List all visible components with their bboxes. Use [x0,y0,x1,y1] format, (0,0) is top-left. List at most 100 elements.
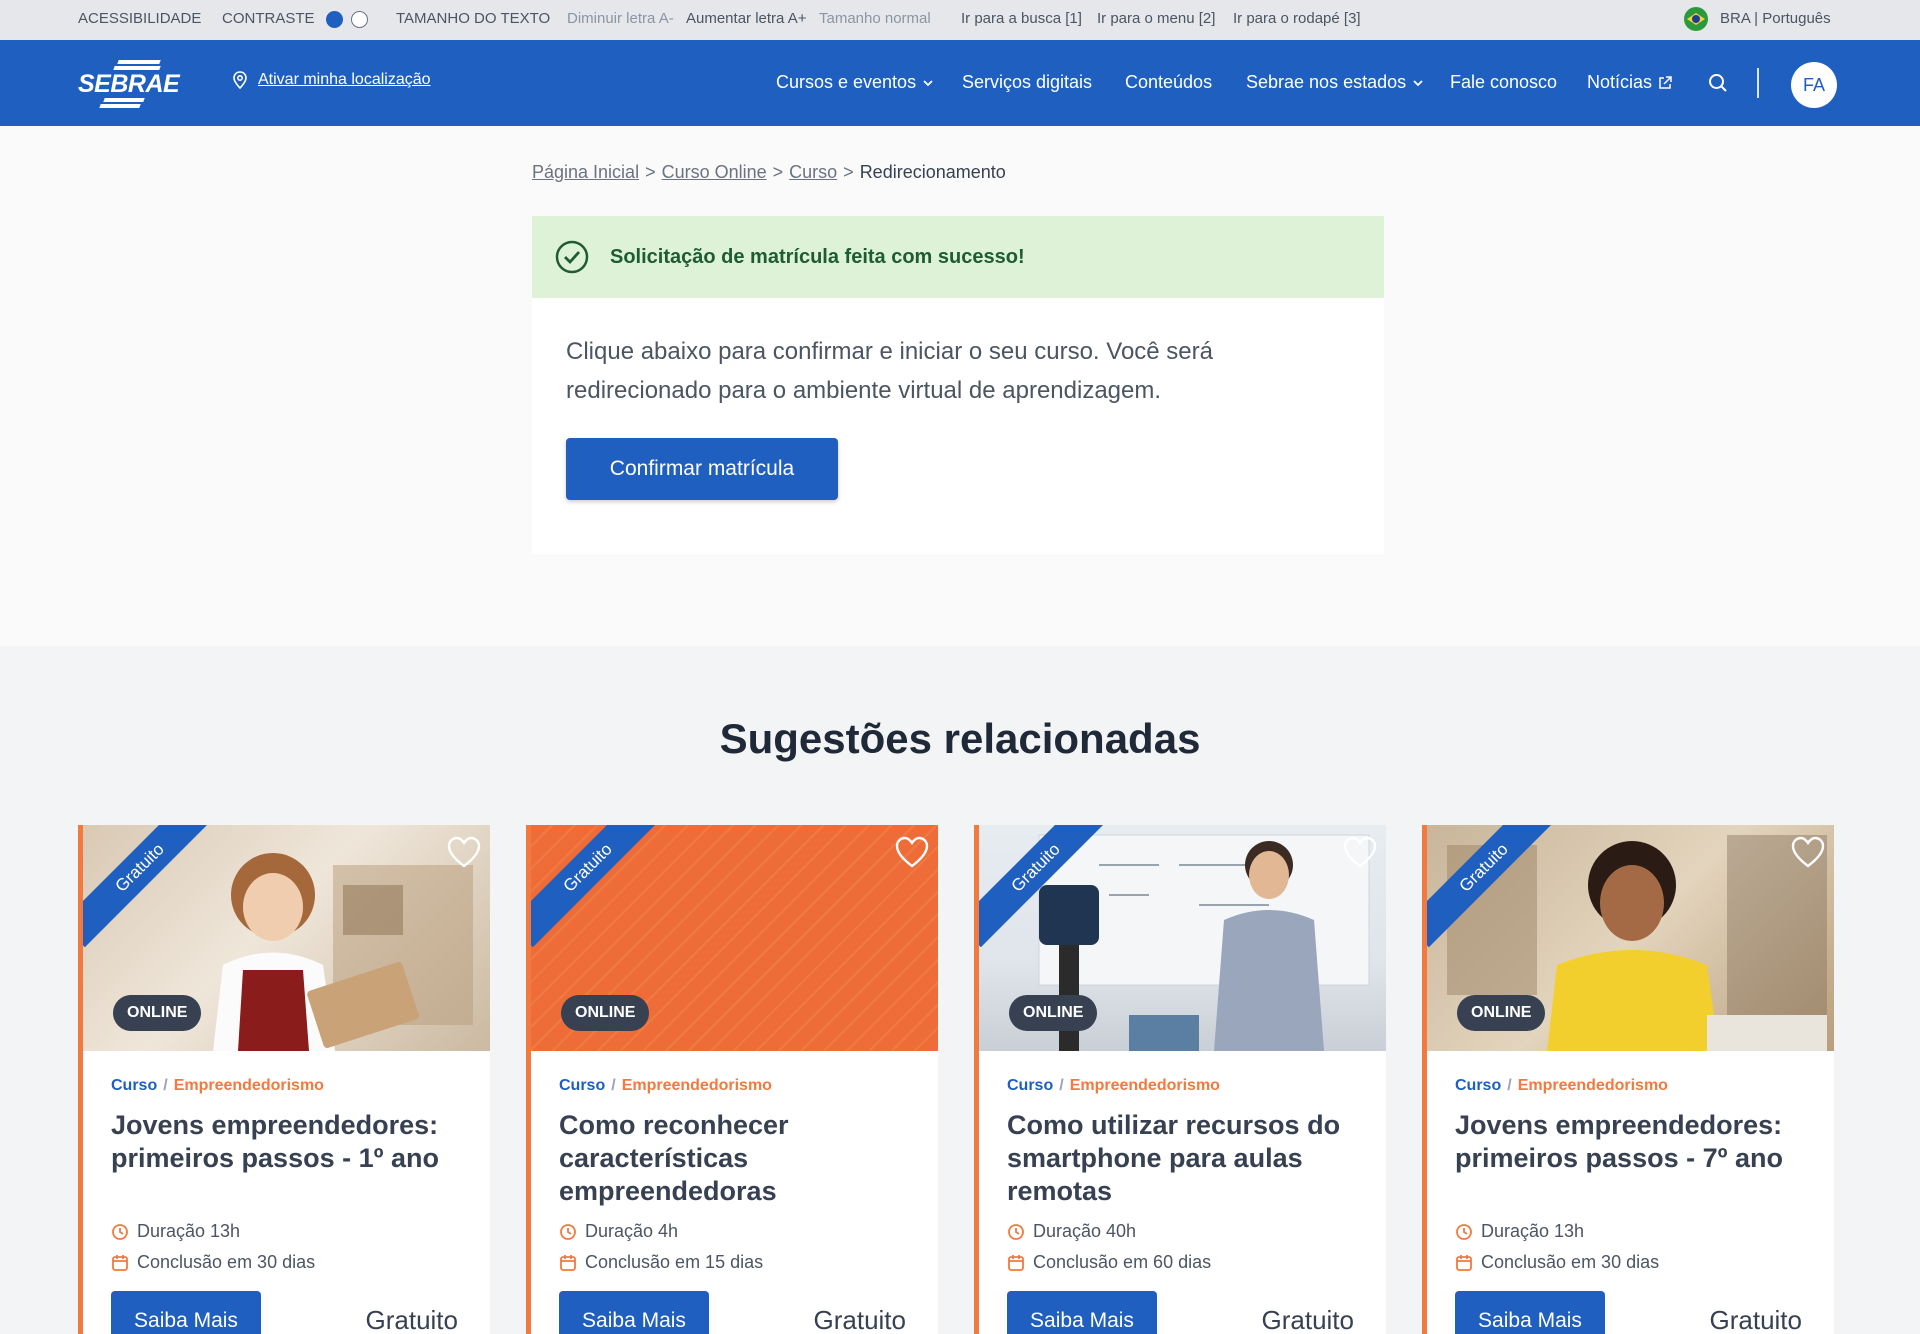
course-duration: Duração 13h [111,1221,240,1242]
course-title[interactable]: Como utilizar recursos do smartphone par… [1007,1109,1367,1208]
nav-conteudos[interactable]: Conteúdos [1125,72,1212,93]
increase-text-link[interactable]: Aumentar letra A+ [686,10,806,27]
nav-cursos-eventos[interactable]: Cursos e eventos [776,72,934,93]
course-completion: Conclusão em 60 dias [1007,1252,1211,1273]
heart-icon[interactable] [1790,835,1826,871]
calendar-icon [1008,1254,1024,1271]
normal-text-link[interactable]: Tamanho normal [819,10,931,27]
breadcrumb-online-course[interactable]: Curso Online [662,162,767,182]
brazil-flag-icon [1684,7,1708,31]
course-topic[interactable]: Empreendedorismo [622,1077,772,1094]
confirm-enrollment-button[interactable]: Confirmar matrícula [566,438,838,500]
course-completion: Conclusão em 15 dias [559,1252,763,1273]
success-message: Solicitação de matrícula feita com suces… [610,245,1025,268]
course-title[interactable]: Jovens empreendedores: primeiros passos … [111,1109,471,1175]
online-badge: ONLINE [1009,995,1098,1031]
course-price: Gratuito [1709,1305,1803,1334]
header-divider [1757,68,1759,98]
breadcrumb-course[interactable]: Curso [789,162,837,182]
learn-more-button[interactable]: Saiba Mais [111,1291,261,1334]
goto-search-link[interactable]: Ir para a busca [1] [961,10,1082,27]
course-duration: Duração 13h [1455,1221,1584,1242]
accessibility-label[interactable]: ACESSIBILIDADE [78,10,201,27]
goto-menu-link[interactable]: Ir para o menu [2] [1097,10,1215,27]
online-badge: ONLINE [561,995,650,1031]
completion-text: Conclusão em 30 dias [1481,1252,1660,1272]
activate-location-link[interactable]: Ativar minha localização [258,71,431,89]
learn-more-button[interactable]: Saiba Mais [1007,1291,1157,1334]
course-completion: Conclusão em 30 dias [111,1252,315,1273]
course-image: Gratuito ONLINE [531,825,938,1051]
text-size-label: TAMANHO DO TEXTO [396,10,551,27]
search-icon[interactable] [1708,73,1728,93]
course-topic[interactable]: Empreendedorismo [174,1077,324,1094]
nav-label: Cursos e eventos [776,72,917,92]
course-title[interactable]: Jovens empreendedores: primeiros passos … [1455,1109,1815,1175]
course-type[interactable]: Curso [1455,1077,1501,1094]
course-card[interactable]: Gratuito ONLINE Curso / Empreendedorismo J… [78,825,490,1334]
logo-text: SEBRAE [78,70,180,98]
contrast-label: CONTRASTE [222,10,315,27]
breadcrumb-home[interactable]: Página Inicial [532,162,639,182]
decrease-text-link[interactable]: Diminuir letra A- [567,10,674,27]
breadcrumb: Página Inicial > Curso Online > Curso > Redire… [532,162,1006,182]
completion-text: Conclusão em 15 dias [585,1252,764,1272]
goto-footer-link[interactable]: Ir para o rodapé [3] [1233,10,1361,27]
course-topic[interactable]: Empreendedorismo [1070,1077,1220,1094]
enrollment-card: Clique abaixo para confirmar e iniciar o… [532,298,1384,554]
calendar-icon [1456,1254,1472,1271]
course-card[interactable]: Gratuito ONLINE Curso / Empreendedorismo C… [974,825,1386,1334]
course-category: Curso / Empreendedorismo [559,1077,772,1094]
course-image: Gratuito ONLINE [979,825,1386,1051]
clock-icon [1456,1223,1472,1240]
enrollment-instructions: Clique abaixo para confirmar e iniciar o… [566,338,1213,404]
language-selector[interactable]: BRA | Português [1720,10,1831,27]
course-card[interactable]: Gratuito ONLINE Curso / Empreendedorismo C… [526,825,938,1334]
contrast-default-toggle[interactable] [326,11,343,28]
course-type[interactable]: Curso [559,1077,605,1094]
enrollment-section: Página Inicial > Curso Online > Curso > Redire… [0,126,1920,646]
nav-label: Sebrae nos estados [1246,72,1407,92]
duration-text: Duração 13h [1481,1221,1585,1241]
clock-icon [560,1223,576,1240]
nav-noticias[interactable]: Notícias [1587,72,1672,93]
nav-fale-conosco[interactable]: Fale conosco [1450,72,1557,93]
location-control: Ativar minha localização [232,71,431,89]
user-avatar[interactable]: FA [1791,62,1837,108]
course-category: Curso / Empreendedorismo [1455,1077,1668,1094]
sebrae-logo[interactable]: SEBRAE [78,56,182,112]
learn-more-button[interactable]: Saiba Mais [559,1291,709,1334]
course-topic[interactable]: Empreendedorismo [1518,1077,1668,1094]
site-header: SEBRAE Ativar minha localização Cursos e… [0,40,1920,126]
nav-sebrae-estados[interactable]: Sebrae nos estados [1246,72,1424,93]
course-price: Gratuito [1261,1305,1355,1334]
check-circle-icon [555,240,589,274]
course-price: Gratuito [813,1305,907,1334]
contrast-high-toggle[interactable] [351,11,368,28]
course-title[interactable]: Como reconhecer características empreend… [559,1109,919,1208]
clock-icon [112,1223,128,1240]
nav-label: Conteúdos [1125,72,1213,92]
course-card[interactable]: Gratuito ONLINE Curso / Empreendedorismo J… [1422,825,1834,1334]
location-pin-icon [233,71,247,89]
heart-icon[interactable] [894,835,930,871]
heart-icon[interactable] [446,835,482,871]
completion-text: Conclusão em 30 dias [137,1252,316,1272]
course-image: Gratuito ONLINE [83,825,490,1051]
course-type[interactable]: Curso [111,1077,157,1094]
duration-text: Duração 13h [137,1221,241,1241]
free-ribbon: Gratuito [531,825,668,948]
duration-text: Duração 40h [1033,1221,1137,1241]
course-completion: Conclusão em 30 dias [1455,1252,1659,1273]
learn-more-button[interactable]: Saiba Mais [1455,1291,1605,1334]
course-price: Gratuito [365,1305,459,1334]
course-type[interactable]: Curso [1007,1077,1053,1094]
nav-label: Serviços digitais [962,72,1093,92]
chevron-down-icon [1413,79,1423,86]
duration-text: Duração 4h [585,1221,679,1241]
breadcrumb-current: Redirecionamento [859,162,1006,182]
nav-label: Fale conosco [1450,72,1558,92]
nav-servicos-digitais[interactable]: Serviços digitais [962,72,1092,93]
heart-icon[interactable] [1342,835,1378,871]
completion-text: Conclusão em 60 dias [1033,1252,1212,1272]
